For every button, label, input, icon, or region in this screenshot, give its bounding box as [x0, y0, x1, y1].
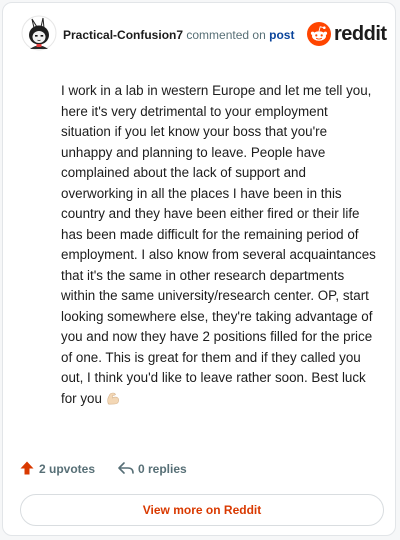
comment-body-text: I work in a lab in western Europe and le… — [61, 83, 376, 406]
replies-count: 0 replies — [138, 462, 187, 476]
replies-stat[interactable]: 0 replies — [117, 459, 207, 479]
upvotes-stat[interactable]: 2 upvotes — [19, 459, 101, 479]
reddit-logo[interactable]: reddit — [307, 21, 387, 47]
reply-arrow-icon[interactable] — [117, 460, 135, 476]
username[interactable]: Practical-Confusion7 — [63, 28, 183, 42]
reddit-wordmark: reddit — [334, 23, 387, 45]
action-text: commented on — [186, 28, 266, 42]
view-more-on-reddit-button[interactable]: View more on Reddit — [20, 494, 384, 526]
comment-card: Practical-Confusion7 commented on post r… — [2, 2, 396, 536]
upvotes-count: 2 upvotes — [39, 462, 96, 476]
avatar[interactable] — [21, 15, 57, 51]
reddit-snoo-icon — [307, 22, 331, 46]
comment-body: I work in a lab in western Europe and le… — [61, 81, 381, 412]
comment-byline: Practical-Confusion7 commented on post — [63, 28, 294, 42]
post-link[interactable]: post — [269, 28, 294, 42]
flexed-biceps-icon — [105, 390, 121, 413]
upvote-arrow-icon[interactable] — [19, 460, 35, 476]
avatar-image — [21, 15, 57, 51]
comment-header: Practical-Confusion7 commented on post r… — [21, 15, 387, 55]
